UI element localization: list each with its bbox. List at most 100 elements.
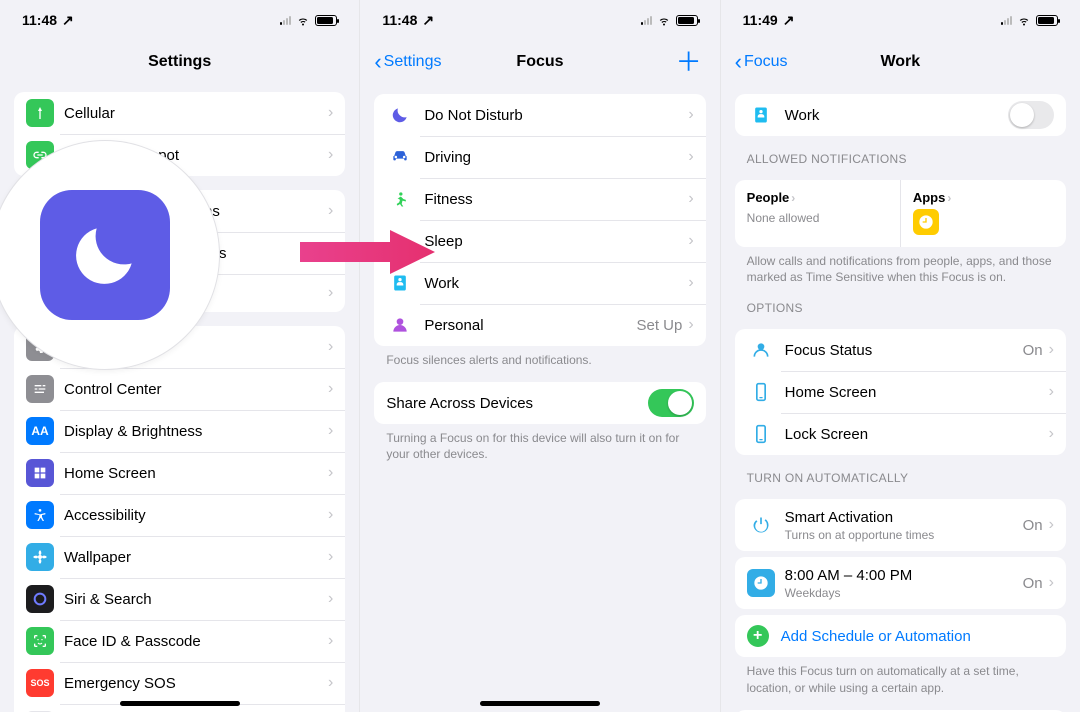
focus-icon-callout [0,140,220,370]
plus-icon: + [747,625,769,647]
row-control-center[interactable]: Control Center› [14,368,345,410]
options-header: OPTIONS [721,285,1080,321]
chevron-right-icon: › [1049,516,1054,534]
signal-icon [1001,15,1012,25]
chevron-right-icon: › [328,674,333,692]
battery-icon [676,15,698,26]
faceid-icon [26,627,54,655]
row-add-schedule[interactable]: + Add Schedule or Automation [735,615,1066,657]
row-opt-home[interactable]: Home Screen› [735,371,1066,413]
row-home-screen[interactable]: Home Screen› [14,452,345,494]
wifi-icon [295,14,311,26]
chevron-right-icon: › [688,190,693,208]
navbar: Settings [0,40,359,84]
allowed-footer: Allow calls and notifications from peopl… [721,247,1080,285]
row-schedule[interactable]: 8:00 AM – 4:00 PMWeekdays On› [735,557,1066,609]
page-title: Work [880,53,920,71]
chevron-left-icon: ‹ [735,51,742,73]
chevron-right-icon: › [328,548,333,566]
chevron-right-icon: › [328,104,333,122]
location-icon: ↗ [783,12,795,29]
person-icon [386,311,414,339]
row-accessibility[interactable]: Accessibility› [14,494,345,536]
row-opt-lock[interactable]: Lock Screen› [735,413,1066,455]
battery-icon [1036,15,1058,26]
chevron-right-icon: › [947,191,951,205]
phone-work: 11:49↗ ‹Focus Work Work ALLOWED NOTIFICA… [720,0,1080,712]
moon-icon [386,101,414,129]
row-smart-activation[interactable]: Smart ActivationTurns on at opportune ti… [735,499,1066,551]
share-toggle[interactable] [648,389,694,417]
allowed-split: People› None allowed Apps› [735,180,1066,247]
phone-icon [747,420,775,448]
status-bar: 11:49↗ [721,0,1080,40]
runner-icon [386,185,414,213]
aa-icon: AA [26,417,54,445]
chevron-right-icon: › [688,148,693,166]
row-focus-status[interactable]: Focus StatusOn› [735,329,1066,371]
status-icon [747,336,775,364]
row-driving[interactable]: Driving› [374,136,705,178]
row-sos[interactable]: SOSEmergency SOS› [14,662,345,704]
row-share[interactable]: Share Across Devices [374,382,705,424]
phone-icon [747,378,775,406]
signal-icon [641,15,652,25]
location-icon: ↗ [422,12,434,29]
back-button[interactable]: ‹Settings [374,51,441,73]
allowed-people[interactable]: People› None allowed [735,180,900,247]
row-dnd[interactable]: Do Not Disturb› [374,94,705,136]
row-display[interactable]: AADisplay & Brightness› [14,410,345,452]
time: 11:48 [382,12,417,28]
auto-header: TURN ON AUTOMATICALLY [721,455,1080,491]
chevron-right-icon: › [688,316,693,334]
sos-icon: SOS [26,669,54,697]
page-title: Focus [516,53,563,71]
chevron-right-icon: › [328,338,333,356]
row-cellular[interactable]: Cellular › [14,92,345,134]
focus-app-icon [40,190,170,320]
row-faceid[interactable]: Face ID & Passcode› [14,620,345,662]
allowed-header: ALLOWED NOTIFICATIONS [721,136,1080,172]
work-toggle[interactable] [1008,101,1054,129]
sliders-icon [26,375,54,403]
row-personal[interactable]: PersonalSet Up› [374,304,705,346]
time: 11:48 [22,12,57,28]
row-wallpaper[interactable]: Wallpaper› [14,536,345,578]
chevron-right-icon: › [328,146,333,164]
car-icon [386,143,414,171]
home-indicator[interactable] [120,701,240,706]
navbar: ‹Focus Work [721,40,1080,84]
row-work-toggle[interactable]: Work [735,94,1066,136]
chevron-right-icon: › [688,232,693,250]
row-siri[interactable]: Siri & Search› [14,578,345,620]
chevron-right-icon: › [328,590,333,608]
chevron-right-icon: › [328,464,333,482]
grid-icon [26,459,54,487]
chevron-right-icon: › [328,202,333,220]
chevron-right-icon: › [328,422,333,440]
home-indicator[interactable] [480,701,600,706]
power-icon [747,511,775,539]
arrow-icon [300,222,440,282]
status-bar: 11:48 ↗ [360,0,719,40]
chevron-right-icon: › [328,284,333,302]
chevron-right-icon: › [328,506,333,524]
row-fitness[interactable]: Fitness› [374,178,705,220]
badge-icon [747,101,775,129]
share-footer: Turning a Focus on for this device will … [360,424,719,462]
signal-icon [280,15,291,25]
allowed-apps[interactable]: Apps› [900,180,1066,247]
page-title: Settings [148,53,211,71]
chevron-left-icon: ‹ [374,51,381,73]
add-button[interactable]: ＋ [676,49,702,75]
chevron-right-icon: › [328,632,333,650]
battery-icon [315,15,337,26]
chevron-right-icon: › [688,106,693,124]
navbar: ‹Settings Focus ＋ [360,40,719,84]
flower-icon [26,543,54,571]
phone-focus: 11:48 ↗ ‹Settings Focus ＋ Do Not Disturb›… [359,0,719,712]
clock-app-icon [913,209,939,235]
focus-footer: Focus silences alerts and notifications. [360,346,719,368]
back-button[interactable]: ‹Focus [735,51,788,73]
chevron-right-icon: › [1049,341,1054,359]
